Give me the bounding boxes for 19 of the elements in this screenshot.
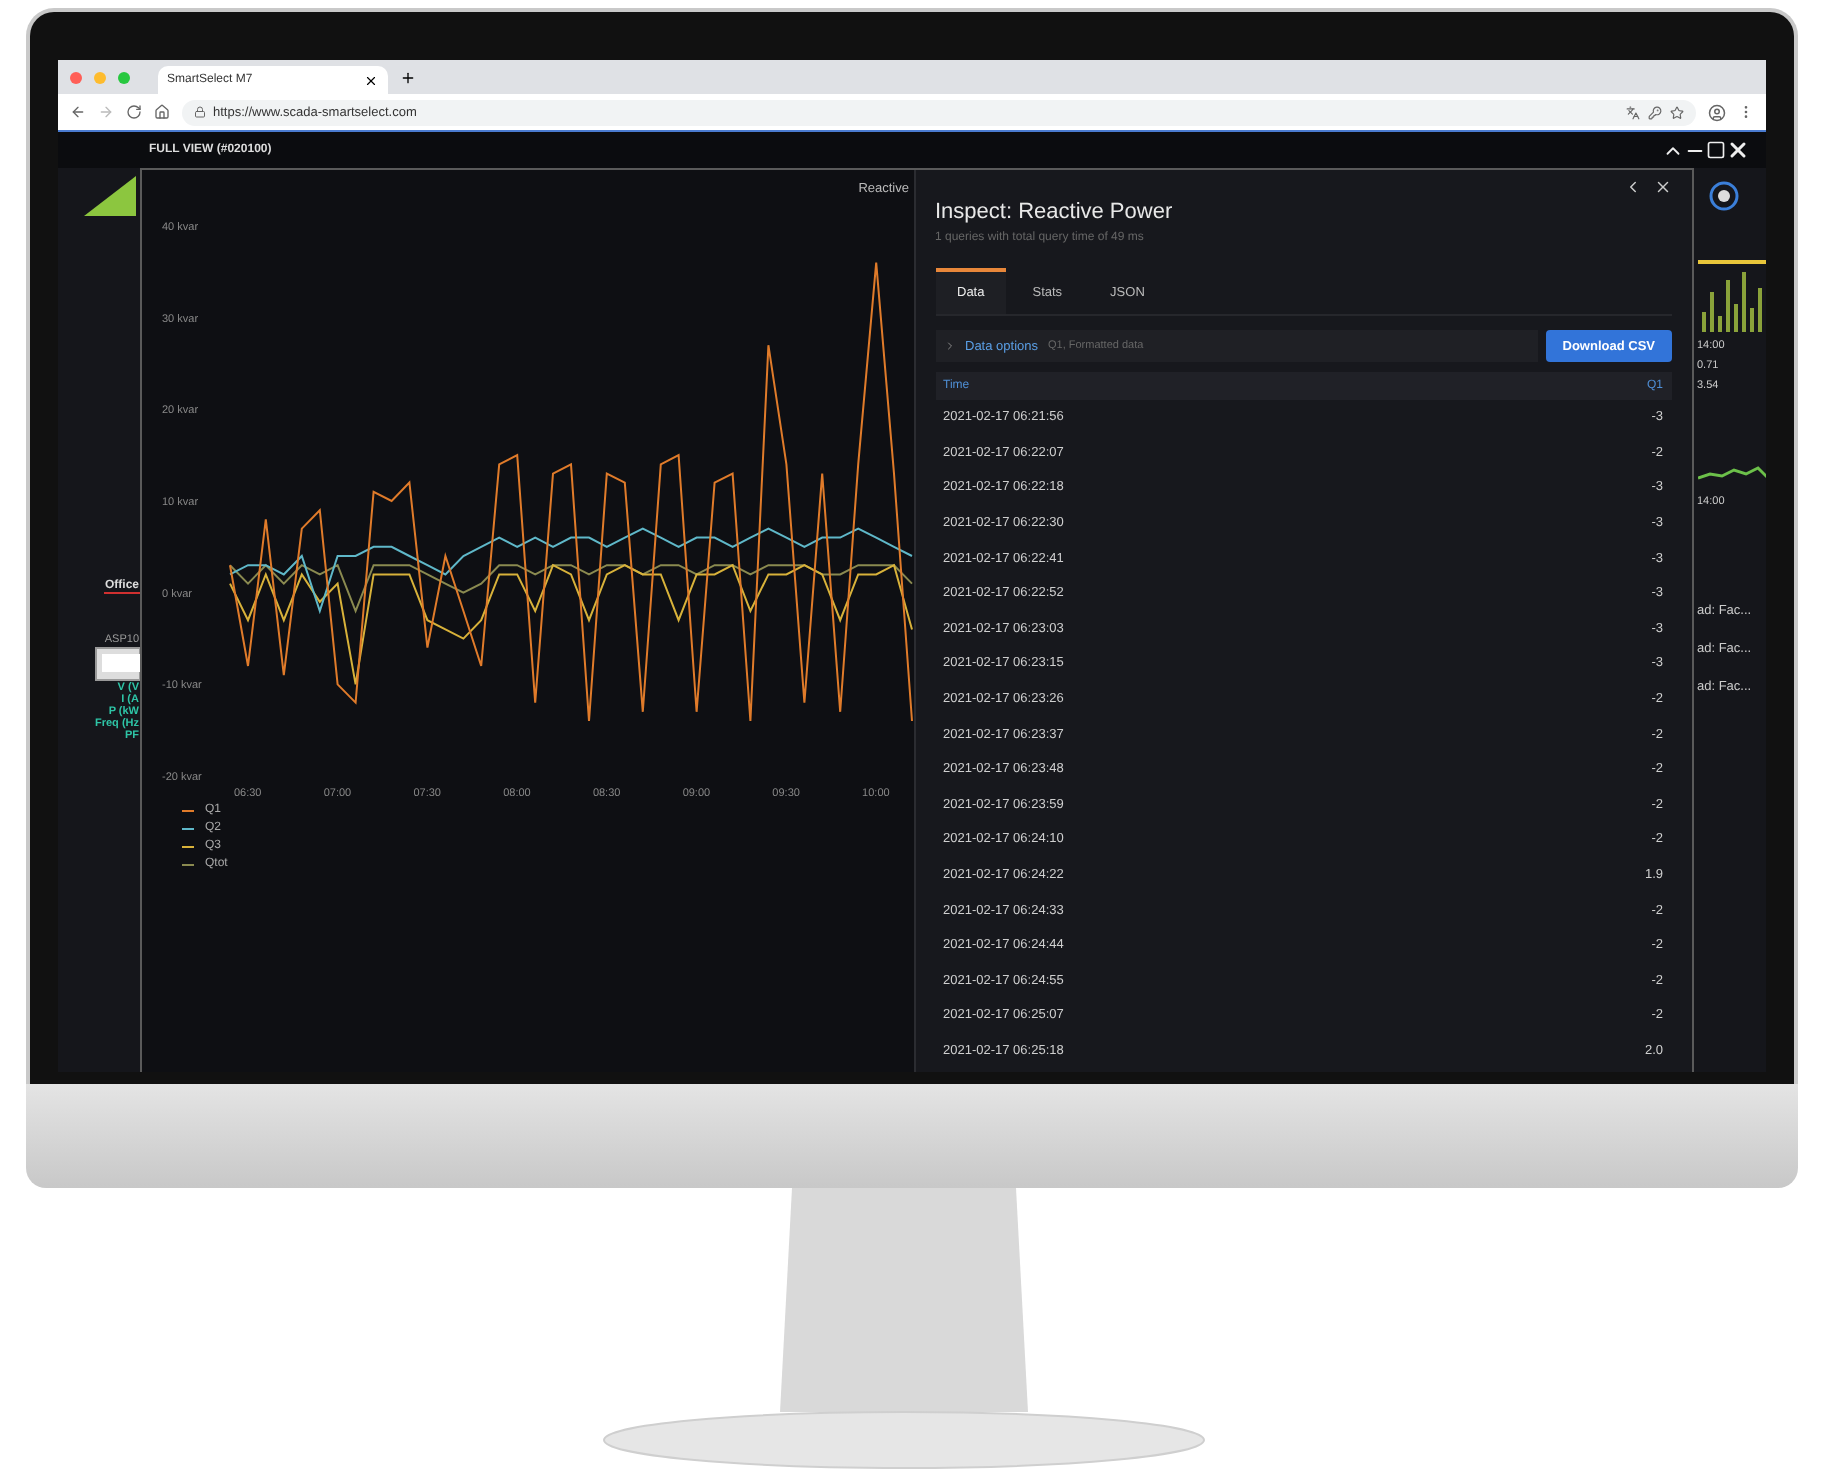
key-icon[interactable] [1647, 105, 1661, 119]
new-tab-icon[interactable] [399, 69, 415, 85]
profile-icon[interactable] [1707, 103, 1725, 121]
inspect-title: Inspect: Reactive Power [935, 200, 1175, 224]
zoom-dot[interactable] [117, 71, 129, 83]
translate-icon[interactable] [1625, 105, 1639, 119]
reload-icon[interactable] [125, 104, 141, 120]
maximize-icon[interactable] [1705, 140, 1725, 160]
close-dot[interactable] [69, 71, 81, 83]
bar-sparkline [1697, 260, 1765, 332]
monitor-icon [91, 646, 139, 682]
close-icon[interactable] [1725, 138, 1749, 162]
lock-icon [193, 106, 205, 118]
back-icon[interactable] [69, 104, 85, 120]
home-icon[interactable] [153, 104, 169, 120]
logo-icon [79, 176, 139, 220]
minimize-dot[interactable] [93, 71, 105, 83]
close-icon[interactable] [363, 73, 377, 87]
star-icon[interactable] [1669, 105, 1683, 119]
